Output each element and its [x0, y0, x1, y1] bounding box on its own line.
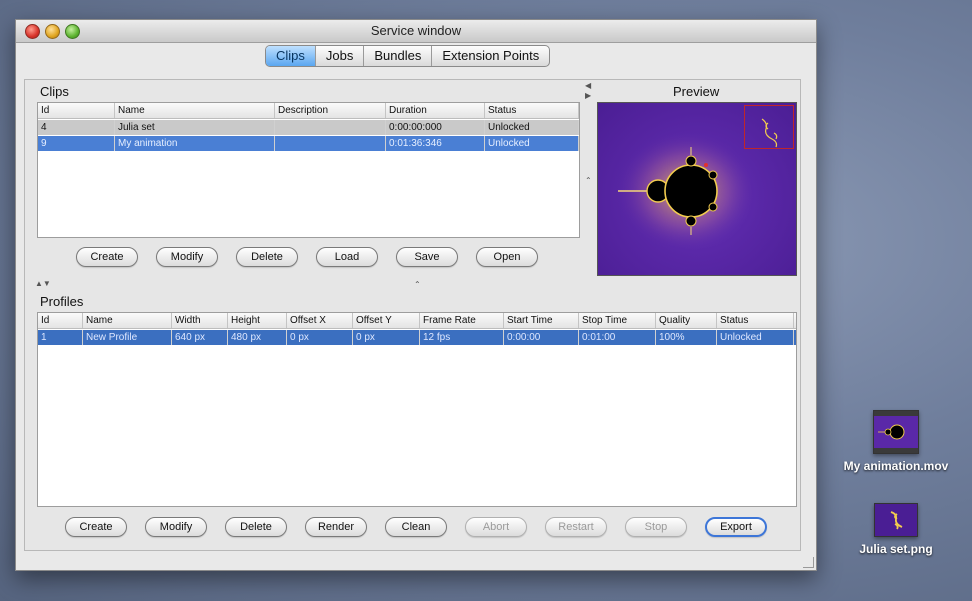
cell-id: 9: [38, 136, 115, 151]
cell-stop-time: 0:01:00: [579, 330, 656, 345]
cell-description: [275, 136, 386, 151]
table-row[interactable]: 9 My animation 0:01:36:346 Unlocked: [38, 136, 579, 151]
clips-save-button[interactable]: Save: [396, 247, 458, 267]
window-title: Service window: [370, 23, 462, 38]
resize-grip-icon[interactable]: [803, 557, 814, 568]
clips-create-button[interactable]: Create: [76, 247, 138, 267]
desktop-file-julia-set[interactable]: Julia set.png: [835, 503, 957, 556]
split-handle-icon[interactable]: ⌃: [414, 280, 421, 289]
cell-offset-y: 0 px: [353, 330, 420, 345]
profiles-section-title: Profiles: [40, 294, 84, 309]
cell-offset-x: 0 px: [287, 330, 353, 345]
column-header-id[interactable]: Id: [38, 103, 115, 118]
title-bar[interactable]: Service window: [16, 20, 816, 43]
tab-clips[interactable]: Clips: [266, 46, 315, 66]
cell-status: Unlocked: [485, 120, 579, 135]
cell-frame-rate: 12 fps: [420, 330, 504, 345]
cell-id: 1: [38, 330, 83, 345]
column-header-offset-y[interactable]: Offset Y: [353, 313, 420, 328]
clips-section-title: Clips: [40, 84, 69, 99]
movie-file-icon: [873, 410, 919, 454]
cell-name: Julia set: [115, 120, 275, 135]
stop-button[interactable]: Stop: [625, 517, 687, 537]
cell-width: 640 px: [172, 330, 228, 345]
tab-bundles[interactable]: Bundles: [363, 46, 431, 66]
column-header-name[interactable]: Name: [115, 103, 275, 118]
column-header-width[interactable]: Width: [172, 313, 228, 328]
clips-modify-button[interactable]: Modify: [156, 247, 218, 267]
abort-button[interactable]: Abort: [465, 517, 527, 537]
cell-duration: 0:01:36:346: [386, 136, 485, 151]
preview-title: Preview: [673, 84, 720, 99]
export-button[interactable]: Export: [705, 517, 767, 537]
cell-name: My animation: [115, 136, 275, 151]
render-button[interactable]: Render: [305, 517, 367, 537]
column-header-start-time[interactable]: Start Time: [504, 313, 579, 328]
tab-extension-points[interactable]: Extension Points: [431, 46, 549, 66]
column-header-description[interactable]: Description: [275, 103, 386, 118]
split-handle-icon[interactable]: ⌃: [585, 176, 592, 185]
zoom-region-box[interactable]: [744, 105, 794, 149]
service-window: Service window Clips Jobs Bundles Extens…: [15, 19, 817, 571]
tab-bar: Clips Jobs Bundles Extension Points: [265, 45, 551, 67]
split-left-arrow-icon[interactable]: ◀: [585, 81, 591, 90]
column-header-quality[interactable]: Quality: [656, 313, 717, 328]
cell-id: 4: [38, 120, 115, 135]
profile-modify-button[interactable]: Modify: [145, 517, 207, 537]
table-row[interactable]: 1 New Profile 640 px 480 px 0 px 0 px 12…: [38, 330, 796, 345]
profiles-table[interactable]: Id Name Width Height Offset X Offset Y F…: [37, 312, 797, 507]
column-header-offset-x[interactable]: Offset X: [287, 313, 353, 328]
split-right-arrow-icon[interactable]: ▶: [585, 91, 591, 100]
desktop-file-label: My animation.mov: [843, 459, 949, 473]
restart-button[interactable]: Restart: [545, 517, 607, 537]
cell-quality: 100%: [656, 330, 717, 345]
cell-duration: 0:00:00:000: [386, 120, 485, 135]
column-header-duration[interactable]: Duration: [386, 103, 485, 118]
clips-table-header: Id Name Description Duration Status: [38, 103, 579, 119]
column-header-height[interactable]: Height: [228, 313, 287, 328]
clips-delete-button[interactable]: Delete: [236, 247, 298, 267]
tab-jobs[interactable]: Jobs: [314, 46, 363, 66]
desktop-file-label: Julia set.png: [859, 542, 933, 556]
clips-tab-panel: Clips Id Name Description Duration Statu…: [24, 79, 801, 551]
column-header-frame-rate[interactable]: Frame Rate: [420, 313, 504, 328]
cell-start-time: 0:00:00: [504, 330, 579, 345]
profile-create-button[interactable]: Create: [65, 517, 127, 537]
clips-table[interactable]: Id Name Description Duration Status 4 Ju…: [37, 102, 580, 238]
cell-status: Unlocked: [717, 330, 794, 345]
image-file-icon: [874, 503, 918, 537]
cell-description: [275, 120, 386, 135]
cell-status: Unlocked: [485, 136, 579, 151]
column-header-status[interactable]: Status: [485, 103, 579, 118]
column-header-status[interactable]: Status: [717, 313, 794, 328]
column-header-id[interactable]: Id: [38, 313, 83, 328]
profiles-table-header: Id Name Width Height Offset X Offset Y F…: [38, 313, 796, 329]
desktop-file-my-animation[interactable]: My animation.mov: [835, 410, 957, 473]
split-up-down-arrows-icon[interactable]: ▲▼: [35, 279, 51, 288]
column-header-name[interactable]: Name: [83, 313, 172, 328]
clips-open-button[interactable]: Open: [476, 247, 538, 267]
cell-height: 480 px: [228, 330, 287, 345]
clean-button[interactable]: Clean: [385, 517, 447, 537]
fractal-preview-image: [597, 102, 797, 276]
clips-load-button[interactable]: Load: [316, 247, 378, 267]
column-header-stop-time[interactable]: Stop Time: [579, 313, 656, 328]
profile-delete-button[interactable]: Delete: [225, 517, 287, 537]
cell-name: New Profile: [83, 330, 172, 345]
table-row[interactable]: 4 Julia set 0:00:00:000 Unlocked: [38, 120, 579, 135]
